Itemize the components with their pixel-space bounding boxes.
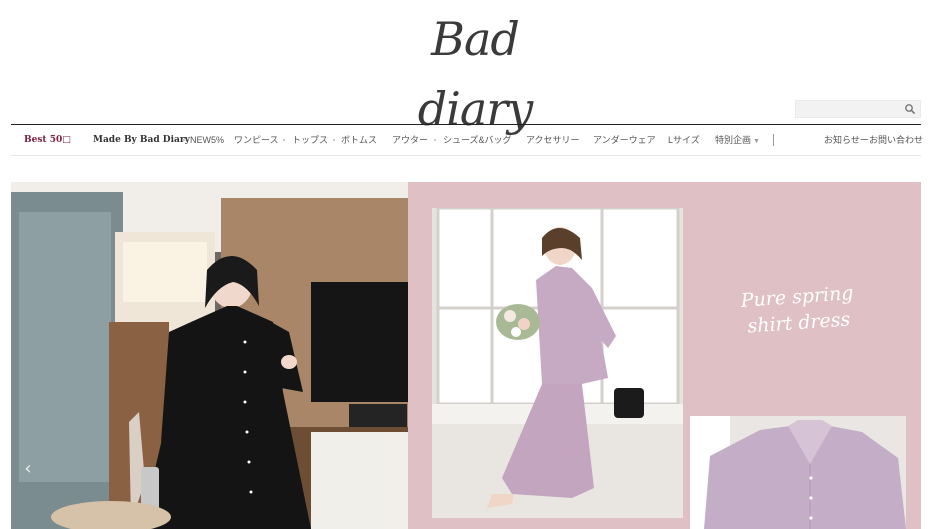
nav-item-l-size[interactable]: Lサイズ bbox=[668, 125, 700, 155]
nav-item-onepiece[interactable]: ワンピース bbox=[234, 125, 279, 155]
nav-item-special-label: 特別企画 bbox=[715, 135, 752, 145]
brand-logo[interactable]: Bad diary bbox=[370, 4, 580, 136]
nav-item-underwear[interactable]: アンダーウェア bbox=[593, 125, 656, 155]
search-icon[interactable] bbox=[904, 103, 916, 115]
nav-item-accessory[interactable]: アクセサリー bbox=[526, 125, 580, 155]
nav-item-bottoms[interactable]: ボトムス bbox=[341, 125, 377, 155]
nav-item-notice[interactable]: お知らせー bbox=[824, 125, 869, 155]
nav-item-best50[interactable]: Best 50□ bbox=[24, 125, 71, 155]
nav-item-shoes-bags[interactable]: シューズ&バッグ bbox=[443, 125, 512, 155]
nav-item-made-by-bad-diary[interactable]: Made By Bad Diary bbox=[93, 125, 190, 155]
nav-item-tops[interactable]: トップス bbox=[292, 125, 328, 155]
search-input[interactable] bbox=[796, 103, 908, 120]
nav-separator bbox=[773, 134, 774, 146]
nav-item-contact[interactable]: お問い合わせ bbox=[869, 125, 923, 155]
nav-item-outer[interactable]: アウター bbox=[392, 125, 428, 155]
banner-panel-lilac: Pure spring shirt dress bbox=[408, 182, 921, 529]
banner-photo-black-dress[interactable] bbox=[11, 182, 408, 529]
slider-prev-button[interactable]: ‹ bbox=[21, 458, 35, 480]
search-box[interactable] bbox=[795, 100, 921, 120]
banner-photo-lilac-dress[interactable] bbox=[432, 208, 683, 518]
nav-divider-dot bbox=[183, 139, 185, 141]
nav-divider-dot bbox=[434, 139, 436, 141]
banner-script-text: Pure spring shirt dress bbox=[696, 277, 899, 343]
nav-item-new[interactable]: NEW5% bbox=[190, 125, 224, 155]
chevron-down-icon: ▼ bbox=[753, 138, 760, 145]
nav-divider-dot bbox=[333, 139, 335, 141]
nav-item-special[interactable]: 特別企画 ▼ bbox=[715, 125, 760, 155]
nav-divider-dot bbox=[283, 139, 285, 141]
main-banner-slider[interactable]: ‹ Pure spring shirt dress bbox=[11, 182, 921, 529]
banner-photo-lilac-blouse[interactable] bbox=[690, 416, 906, 529]
main-nav: Best 50□ Made By Bad Diary NEW5% ワンピース ト… bbox=[11, 124, 923, 156]
